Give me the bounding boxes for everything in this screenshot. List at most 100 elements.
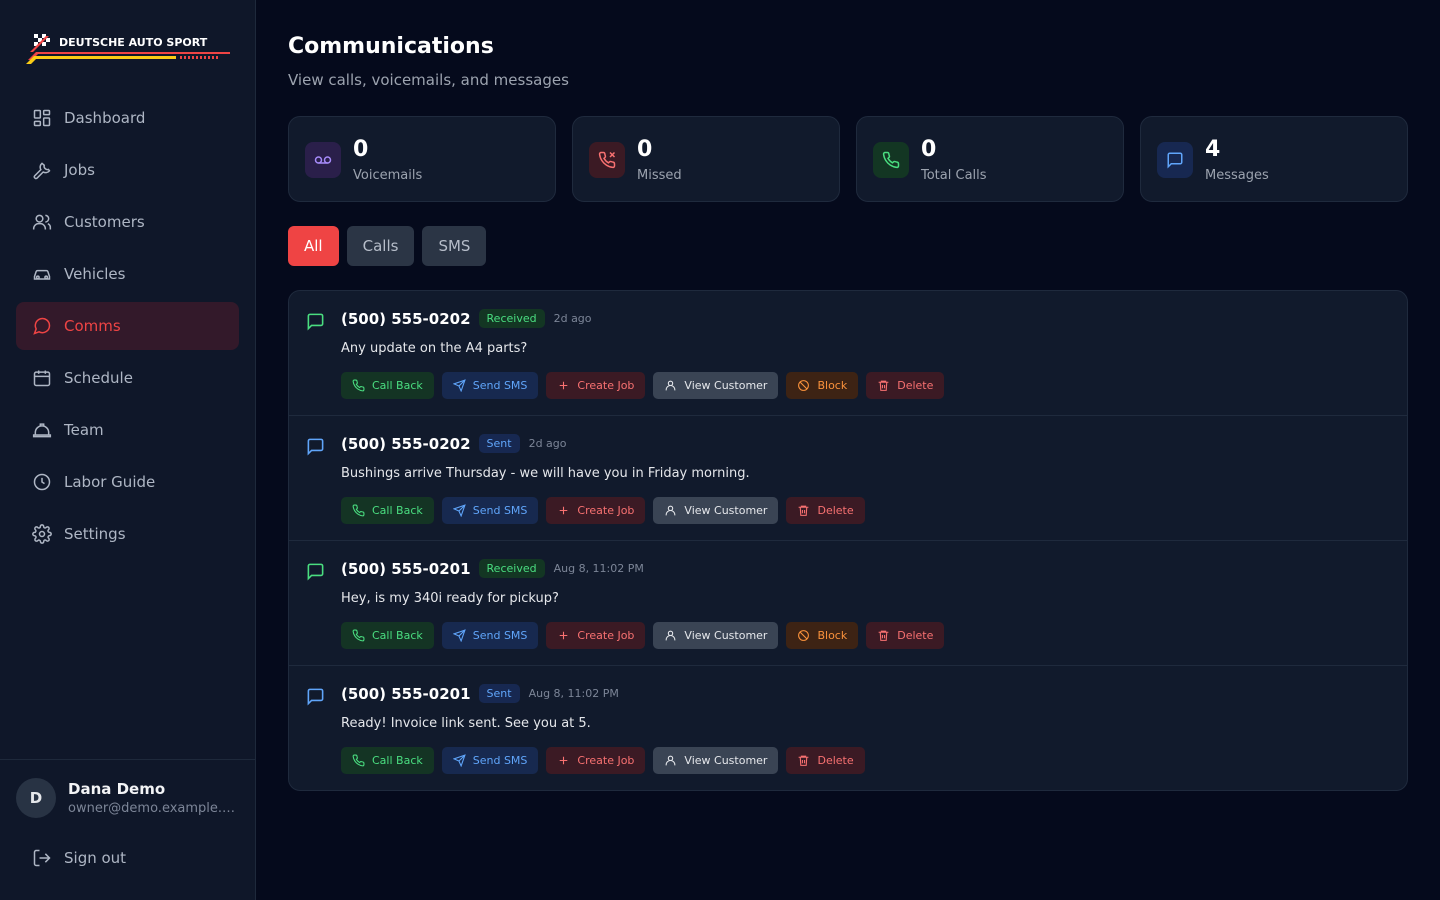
button-label: Create Job [577,504,635,517]
voicemail-icon [314,156,332,164]
tab-calls[interactable]: Calls [346,226,415,266]
phone-number[interactable]: (500) 555-0201 [341,560,471,578]
ban-icon [798,630,810,641]
block-button[interactable]: Block [786,372,859,399]
list-item: (500) 555-0202 Sent 2d ago Bushings arri… [289,416,1407,541]
send-sms-button[interactable]: Send SMS [441,747,539,774]
timestamp: Aug 8, 11:02 PM [553,562,644,575]
delete-button[interactable]: Delete [866,372,945,399]
sidebar-item-vehicles[interactable]: Vehicles [16,250,239,298]
list-item: (500) 555-0201 Received Aug 8, 11:02 PM … [289,541,1407,666]
call-back-button[interactable]: Call Back [341,372,434,399]
team-icon [32,423,52,438]
stat-card-missed: 0 Missed [572,116,840,202]
view-customer-button[interactable]: View Customer [653,747,779,774]
users-icon [32,214,52,230]
view-customer-button[interactable]: View Customer [653,372,779,399]
send-icon [452,754,466,767]
plus-icon [560,381,568,390]
communications-list: (500) 555-0202 Received 2d ago Any updat… [288,290,1408,791]
status-badge: Received [478,309,545,328]
sidebar-item-labor-guide[interactable]: Labor Guide [16,458,239,506]
user-profile[interactable]: D Dana Demo owner@demo.example.co... [16,778,240,818]
button-label: Block [817,379,848,392]
user-icon [666,380,676,391]
brand-logo[interactable]: DEUTSCHE AUTO SPORT [26,30,232,66]
phone-number[interactable]: (500) 555-0202 [341,435,471,453]
phone-icon [352,629,365,642]
delete-button[interactable]: Delete [786,747,865,774]
avatar: D [16,778,56,818]
dashboard-icon [33,109,51,127]
stat-card-voicemails: 0 Voicemails [288,116,556,202]
stat-icon-bg [305,142,341,178]
sign-out-label: Sign out [64,849,127,867]
create-job-button[interactable]: Create Job [546,372,646,399]
gear-icon [32,524,52,544]
plus-icon [560,506,568,515]
message-text: Bushings arrive Thursday - we will have … [341,466,750,481]
view-customer-button[interactable]: View Customer [653,497,779,524]
sidebar-item-label: Team [64,421,104,439]
plus-icon [560,756,568,765]
list-item: (500) 555-0201 Sent Aug 8, 11:02 PM Read… [289,666,1407,790]
phone-icon [352,379,365,392]
create-job-button[interactable]: Create Job [546,747,646,774]
user-email: owner@demo.example.co... [68,801,240,816]
tab-all[interactable]: All [288,226,339,266]
message-text: Ready! Invoice link sent. See you at 5. [341,716,591,731]
button-label: Call Back [372,754,423,767]
phone-icon [352,754,365,767]
call-back-button[interactable]: Call Back [341,622,434,649]
create-job-button[interactable]: Create Job [546,622,646,649]
stat-label: Missed [637,168,682,183]
sign-out-button[interactable]: Sign out [32,848,126,868]
send-sms-button[interactable]: Send SMS [441,622,539,649]
user-icon [666,755,676,766]
sidebar-divider [0,759,256,760]
row-header: (500) 555-0202 Received 2d ago [341,309,592,328]
trash-icon [799,755,809,766]
phone-number[interactable]: (500) 555-0201 [341,685,471,703]
sidebar-item-schedule[interactable]: Schedule [16,354,239,402]
row-header: (500) 555-0201 Received Aug 8, 11:02 PM [341,559,644,578]
delete-button[interactable]: Delete [866,622,945,649]
button-label: Call Back [372,629,423,642]
tab-sms[interactable]: SMS [422,226,487,266]
sidebar-item-dashboard[interactable]: Dashboard [16,94,239,142]
stat-icon-bg [589,142,625,178]
button-label: Block [817,629,848,642]
sidebar-item-customers[interactable]: Customers [16,198,239,246]
sidebar-item-team[interactable]: Team [16,406,239,454]
view-customer-button[interactable]: View Customer [653,622,779,649]
sidebar-item-label: Labor Guide [64,473,156,491]
create-job-button[interactable]: Create Job [546,497,646,524]
message-square-icon [307,563,324,581]
button-label: View Customer [684,629,768,642]
row-actions: Call Back Send SMS Create Job View Custo… [341,372,952,399]
sidebar-item-label: Dashboard [64,109,146,127]
user-name: Dana Demo [68,780,166,798]
message-square-icon [1167,152,1183,169]
sidebar-item-settings[interactable]: Settings [16,510,239,558]
button-label: Create Job [577,379,635,392]
sidebar-item-comms[interactable]: Comms [16,302,239,350]
send-sms-button[interactable]: Send SMS [441,497,539,524]
row-actions: Call Back Send SMS Create Job View Custo… [341,622,952,649]
button-label: Call Back [372,504,423,517]
call-back-button[interactable]: Call Back [341,747,434,774]
delete-button[interactable]: Delete [786,497,865,524]
phone-number[interactable]: (500) 555-0202 [341,310,471,328]
block-button[interactable]: Block [786,622,859,649]
send-sms-button[interactable]: Send SMS [441,372,539,399]
status-badge: Sent [478,434,520,453]
user-icon [666,505,676,516]
user-info: Dana Demo owner@demo.example.co... [68,780,240,816]
button-label: Create Job [577,754,635,767]
sidebar-item-jobs[interactable]: Jobs [16,146,239,194]
trash-icon [799,505,809,516]
sidebar-nav: Dashboard Jobs Customers Vehicles Comms … [16,94,239,562]
plus-icon [560,631,568,640]
list-item: (500) 555-0202 Received 2d ago Any updat… [289,291,1407,416]
call-back-button[interactable]: Call Back [341,497,434,524]
